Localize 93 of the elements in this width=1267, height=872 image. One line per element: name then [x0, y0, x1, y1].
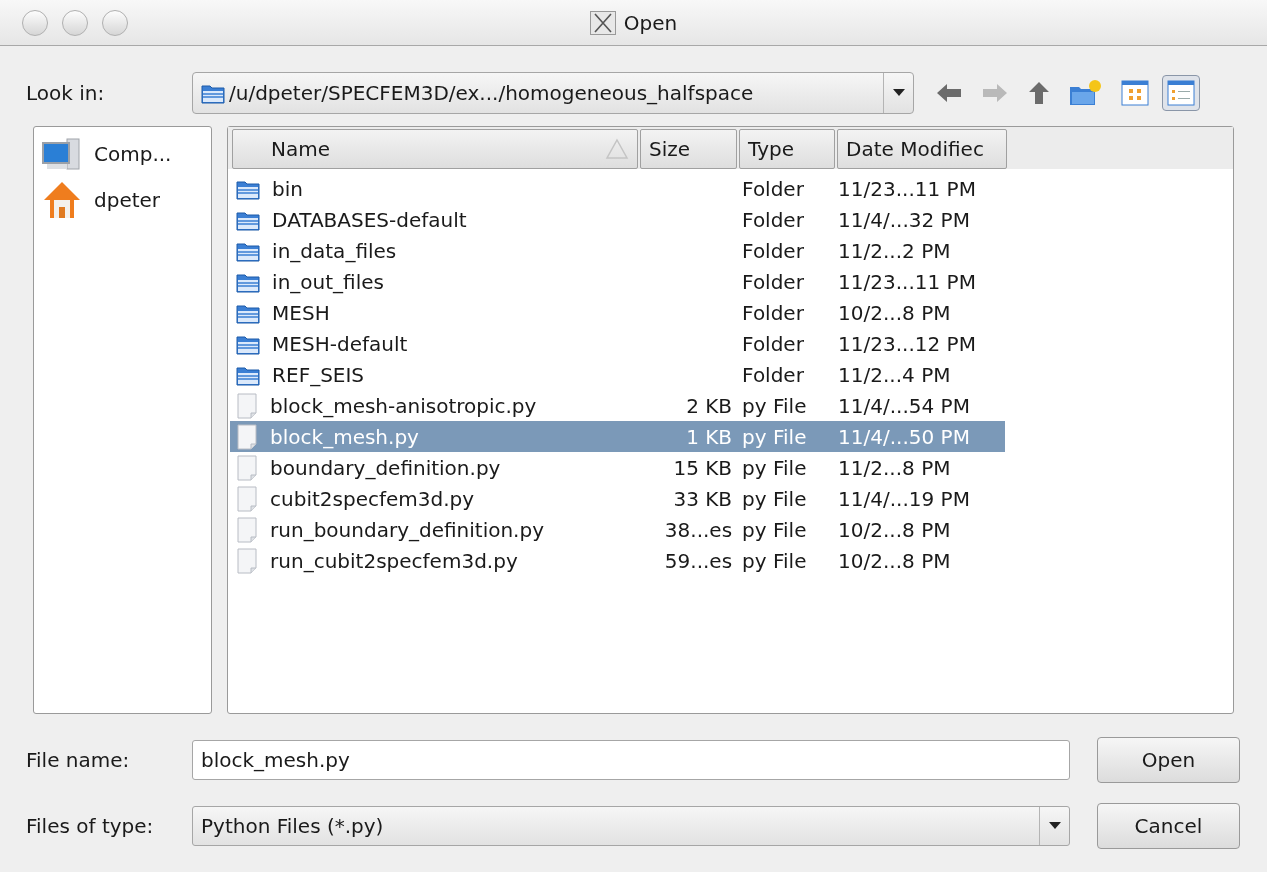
file-date: 10/2...8 PM	[838, 300, 951, 325]
file-size: 59...es	[664, 547, 733, 575]
file-name: REF_SEIS	[272, 361, 365, 389]
file-type-dropdown[interactable]: Python Files (*.py)	[192, 806, 1070, 846]
file-row[interactable]: DATABASES-default Folder 11/4/...32 PM	[230, 204, 1006, 235]
look-in-dropdown[interactable]: /u/dpeter/SPECFEM3D/ex.../homogeneous_halfspace	[192, 72, 914, 114]
file-row[interactable]: bin Folder 11/23...11 PM	[230, 173, 1006, 204]
file-type: Folder	[742, 176, 804, 201]
file-name: MESH	[272, 299, 330, 327]
file-date: 11/4/...32 PM	[838, 207, 970, 232]
file-row[interactable]: boundary_definition.py 15 KB py File 11/2...8 PM	[230, 452, 1006, 483]
file-row[interactable]: run_boundary_definition.py 38...es py File 10/2...8 PM	[230, 514, 1006, 545]
sidebar-item[interactable]: dpeter	[34, 177, 212, 223]
file-row[interactable]: block_mesh-anisotropic.py 2 KB py File 11/4/...54 PM	[230, 390, 1006, 421]
file-date: 11/4/...19 PM	[838, 486, 970, 511]
file-name: DATABASES-default	[272, 206, 467, 234]
window-control-button[interactable]	[62, 9, 88, 36]
x-logo-icon	[589, 10, 616, 35]
detail-view-icon[interactable]	[1167, 80, 1195, 106]
file-type-label: Files of type:	[26, 813, 155, 840]
look-in-label: Look in:	[26, 80, 106, 107]
column-header[interactable]: Size	[640, 129, 738, 169]
file-date: 11/4/...54 PM	[838, 393, 970, 418]
file-date: 11/2...8 PM	[838, 455, 951, 480]
file-type: Folder	[742, 269, 804, 294]
file-type: py File	[742, 486, 807, 511]
file-name: cubit2specfem3d.py	[270, 485, 475, 513]
computer-icon	[41, 137, 83, 171]
file-name: in_data_files	[272, 237, 397, 265]
file-size: 38...es	[664, 516, 733, 544]
column-header[interactable]: Type	[739, 129, 836, 169]
file-type: Folder	[742, 300, 804, 325]
file-name: bin	[272, 175, 304, 203]
file-date: 11/23...12 PM	[838, 331, 976, 356]
look-in-path: /u/dpeter/SPECFEM3D/ex.../homogeneous_halfspace	[229, 80, 754, 107]
sidebar-item[interactable]: Comp...	[34, 131, 212, 177]
file-name: block_mesh-anisotropic.py	[270, 392, 537, 420]
file-date: 10/2...8 PM	[838, 517, 951, 542]
file-type: py File	[742, 393, 807, 418]
file-date: 11/2...2 PM	[838, 238, 951, 263]
house-icon	[42, 180, 82, 220]
file-type: Folder	[742, 238, 804, 263]
file-name: in_out_files	[272, 268, 384, 296]
file-row[interactable]: MESH Folder 10/2...8 PM	[230, 297, 1006, 328]
file-date: 10/2...8 PM	[838, 548, 951, 573]
file-type: Folder	[742, 331, 804, 356]
file-type: py File	[742, 455, 807, 480]
file-icon	[236, 547, 259, 574]
file-icon	[236, 516, 259, 543]
open-button[interactable]: Open	[1097, 737, 1240, 783]
file-date: 11/4/...50 PM	[838, 424, 970, 449]
file-name: boundary_definition.py	[270, 454, 501, 482]
file-name: block_mesh.py	[270, 423, 419, 451]
file-type: py File	[742, 424, 807, 449]
column-header[interactable]: Name	[232, 129, 639, 169]
dropdown-caret-icon	[1048, 822, 1061, 830]
file-name: MESH-default	[272, 330, 408, 358]
file-date: 11/23...11 PM	[838, 269, 976, 294]
file-name-label: File name:	[26, 748, 130, 772]
window-title: Open	[623, 9, 678, 37]
file-icon	[236, 392, 259, 419]
column-header[interactable]: Date Modifiec	[837, 129, 1008, 169]
dropdown-caret-icon	[892, 89, 905, 97]
window-control-button[interactable]	[102, 9, 128, 36]
file-row[interactable]: REF_SEIS Folder 11/2...4 PM	[230, 359, 1006, 390]
file-name: run_boundary_definition.py	[270, 516, 544, 544]
file-row[interactable]: run_cubit2specfem3d.py 59...es py File 10/2...8 PM	[230, 545, 1006, 576]
file-type: Folder	[742, 362, 804, 387]
folder-icon	[201, 82, 225, 104]
back-arrow-icon[interactable]	[935, 81, 963, 105]
list-view-icon[interactable]	[1121, 80, 1149, 106]
file-type: Folder	[742, 207, 804, 232]
file-type: py File	[742, 517, 807, 542]
cancel-button[interactable]: Cancel	[1097, 803, 1240, 849]
file-size: 33 KB	[673, 485, 733, 513]
file-row[interactable]: MESH-default Folder 11/23...12 PM	[230, 328, 1006, 359]
file-icon	[236, 423, 259, 450]
file-date: 11/2...4 PM	[838, 362, 951, 387]
file-row[interactable]: in_out_files Folder 11/23...11 PM	[230, 266, 1006, 297]
file-name: run_cubit2specfem3d.py	[270, 547, 518, 575]
window-control-button[interactable]	[22, 9, 48, 36]
file-row[interactable]: cubit2specfem3d.py 33 KB py File 11/4/...19 PM	[230, 483, 1006, 514]
file-size: 1 KB	[686, 423, 733, 451]
file-row[interactable]: in_data_files Folder 11/2...2 PM	[230, 235, 1006, 266]
up-arrow-icon[interactable]	[1027, 80, 1051, 106]
file-type: py File	[742, 548, 807, 573]
file-size: 15 KB	[673, 454, 733, 482]
file-icon	[236, 485, 259, 512]
file-size: 2 KB	[686, 392, 733, 420]
file-icon	[236, 454, 259, 481]
file-date: 11/23...11 PM	[838, 176, 976, 201]
file-name-field[interactable]: block_mesh.py	[192, 740, 1070, 780]
new-folder-icon[interactable]	[1069, 79, 1103, 107]
